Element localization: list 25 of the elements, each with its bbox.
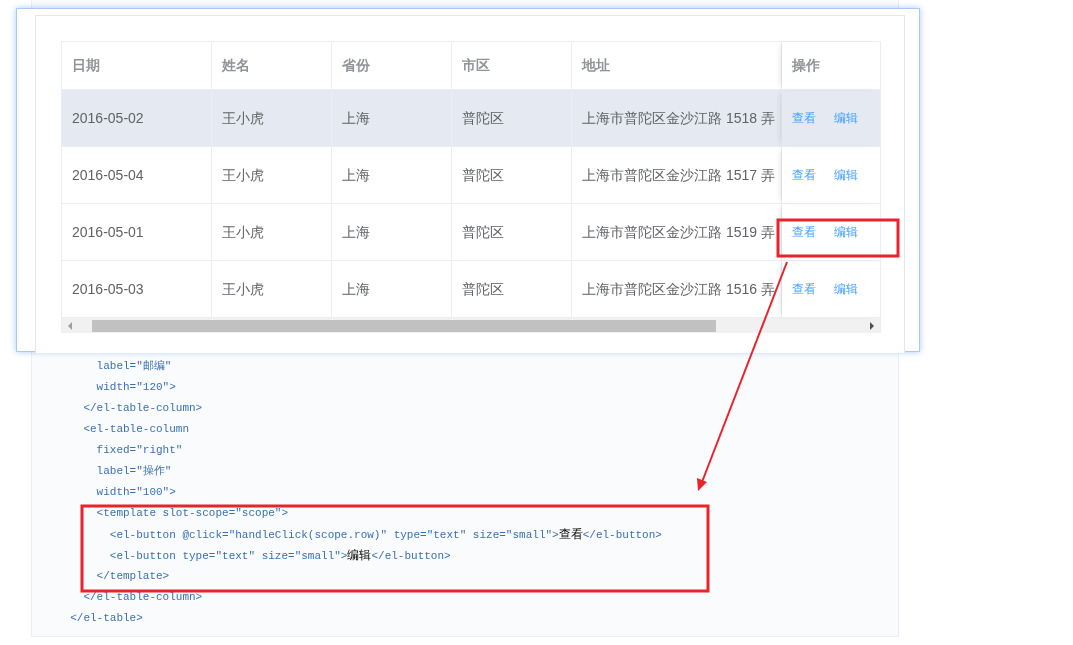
scrollbar-thumb[interactable] bbox=[92, 319, 716, 332]
code-line: label="邮编" bbox=[95, 359, 172, 374]
action-link[interactable]: 编辑 bbox=[834, 223, 858, 241]
code-line: </el-table> bbox=[69, 611, 143, 626]
code-line: </el-table-column> bbox=[82, 401, 203, 416]
code-line: <el-button @click="handleClick(scope.row)" type="text" size="small">查看</el-button> bbox=[108, 526, 662, 543]
code-line: width="120"> bbox=[95, 380, 176, 395]
code-line: <el-table-column bbox=[82, 422, 190, 437]
code-line: </template> bbox=[95, 569, 170, 584]
code-line: label="操作" bbox=[95, 464, 172, 479]
action-link[interactable]: 编辑 bbox=[834, 109, 858, 127]
code-line: width="100"> bbox=[95, 485, 176, 500]
action-link[interactable]: 查看 bbox=[792, 223, 816, 241]
scroll-left-icon[interactable] bbox=[66, 321, 74, 330]
scroll-right-icon[interactable] bbox=[868, 321, 876, 330]
code-line: <template slot-scope="scope"> bbox=[95, 506, 289, 521]
code-line: <el-button type="text" size="small">编辑</el-button> bbox=[108, 547, 451, 564]
code-line: fixed="right" bbox=[95, 443, 183, 458]
action-link[interactable]: 查看 bbox=[792, 166, 816, 184]
action-link[interactable]: 编辑 bbox=[834, 280, 858, 298]
action-link[interactable]: 查看 bbox=[792, 280, 816, 298]
action-link[interactable]: 查看 bbox=[792, 109, 816, 127]
column-header: 操作 bbox=[782, 42, 880, 90]
code-line: </el-table-column> bbox=[82, 590, 203, 605]
action-link[interactable]: 编辑 bbox=[834, 166, 858, 184]
